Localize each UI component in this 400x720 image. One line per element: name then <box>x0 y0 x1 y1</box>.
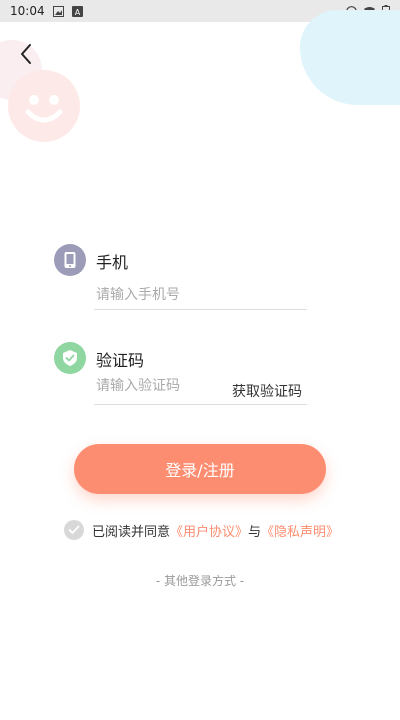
verification-code-input[interactable] <box>96 375 221 397</box>
phone-input[interactable] <box>96 284 306 306</box>
chevron-left-icon <box>21 44 31 64</box>
privacy-link[interactable]: 《隐私声明》 <box>261 521 339 540</box>
phone-label: 手机 <box>96 253 129 272</box>
app-notification-icon: A <box>71 5 83 17</box>
other-login-methods: - 其他登录方式 - <box>155 574 245 588</box>
phone-icon <box>54 244 86 276</box>
user-agreement-link[interactable]: 《用户协议》 <box>170 521 248 540</box>
image-icon <box>52 5 64 17</box>
agreement-row: 已阅读并同意 《用户协议》 与 《隐私声明》 <box>64 520 339 540</box>
back-button[interactable] <box>12 40 40 68</box>
get-code-button[interactable]: 获取验证码 <box>232 381 302 401</box>
login-register-button[interactable]: 登录/注册 <box>74 444 326 494</box>
phone-underline <box>94 309 307 310</box>
login-register-label: 登录/注册 <box>165 461 235 480</box>
checkmark-icon <box>68 525 80 535</box>
svg-text:A: A <box>74 8 80 17</box>
code-label: 验证码 <box>96 351 145 370</box>
code-underline <box>94 404 307 405</box>
status-time: 10:04 <box>10 4 45 18</box>
shield-check-icon <box>54 342 86 374</box>
agreement-prefix: 已阅读并同意 <box>92 524 171 540</box>
smiley-decoration-icon <box>8 70 80 142</box>
decorative-blob <box>300 10 400 105</box>
agreement-checkbox[interactable] <box>64 520 84 540</box>
agreement-and: 与 <box>248 524 262 540</box>
